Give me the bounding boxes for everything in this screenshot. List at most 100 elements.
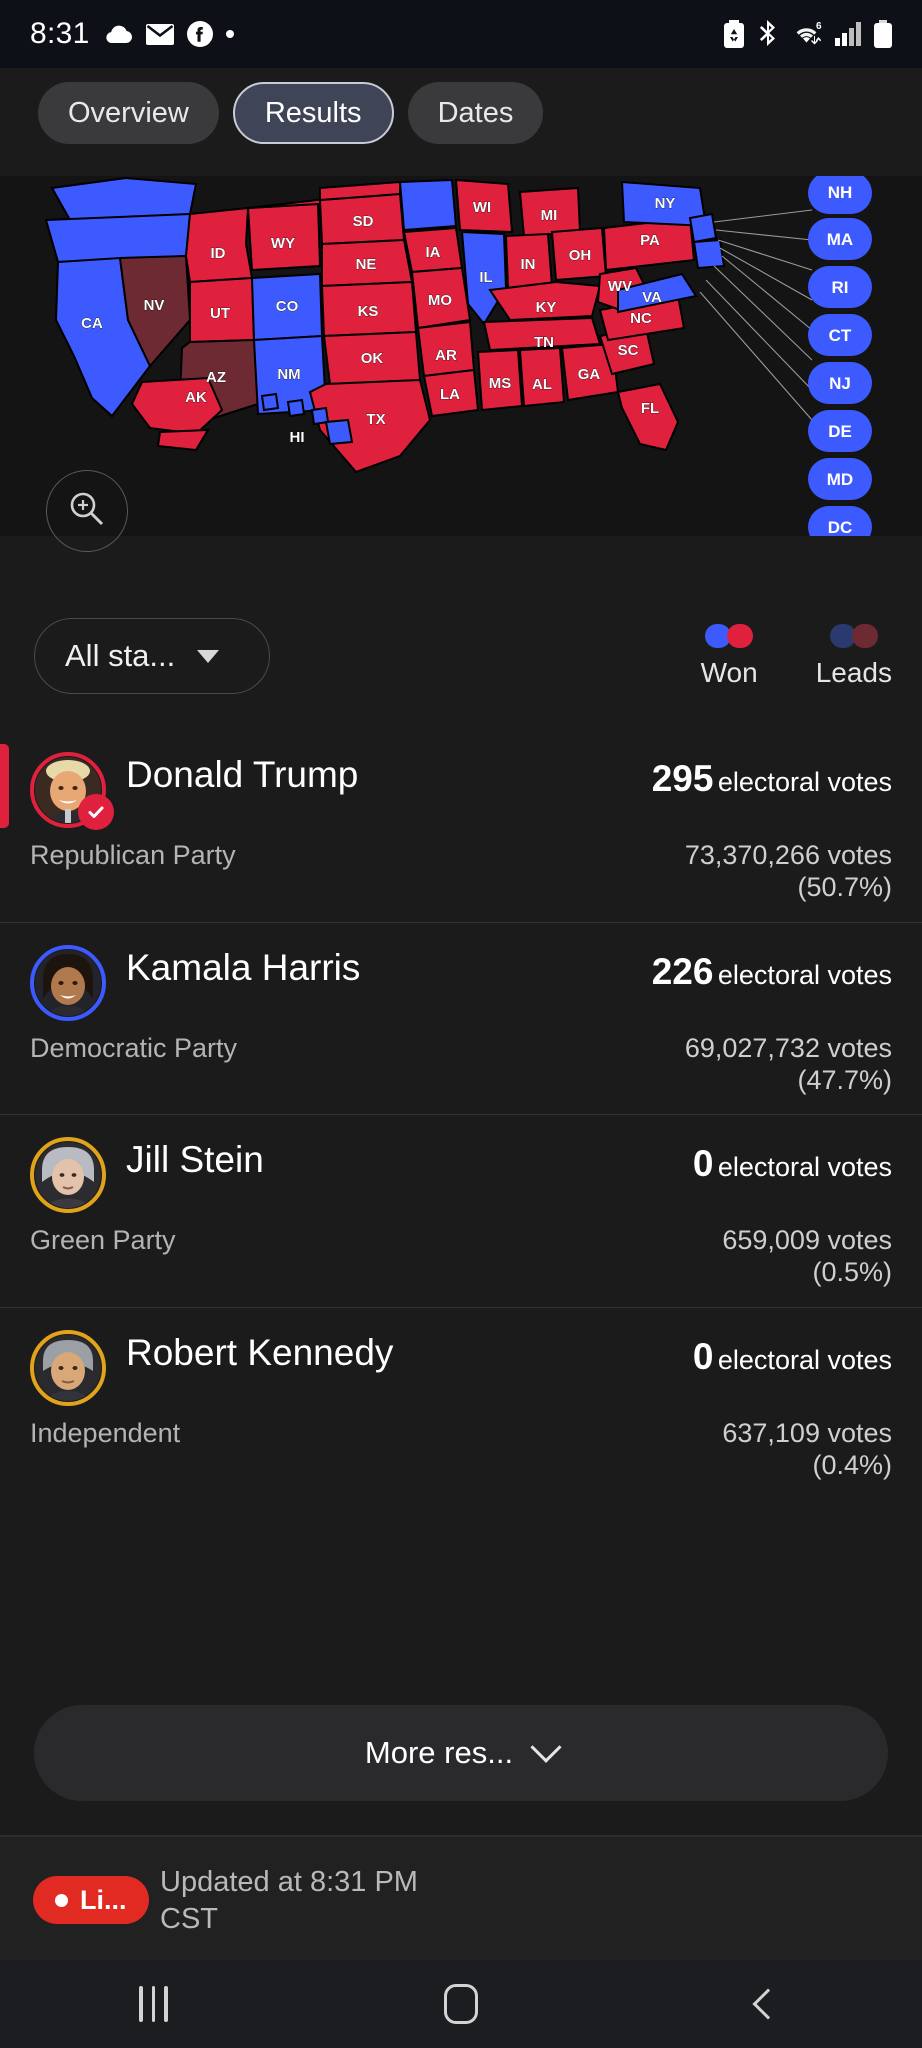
candidate-details: Democratic Party 69,027,732 votes (47.7%… [30,1033,892,1097]
electoral-votes-block: 0 electoral votes [693,1330,892,1378]
popular-votes-block: 637,109 votes (0.4%) [722,1418,892,1482]
live-badge-label: Li... [80,1884,127,1915]
svg-text:DC: DC [828,518,853,536]
svg-text:WV: WV [608,278,632,295]
svg-text:FL: FL [641,400,659,417]
avatar [30,752,114,830]
legend-won: Won [701,624,758,689]
avatar [30,1137,106,1214]
svg-text:VA: VA [642,289,662,306]
popular-percent: (50.7%) [797,871,892,902]
svg-text:WI: WI [473,199,491,216]
status-bar-left: 8:31 [30,17,234,51]
svg-text:KY: KY [536,299,557,316]
svg-text:MS: MS [489,375,512,392]
live-badge: Li... [33,1876,149,1924]
nav-back-button[interactable] [615,1988,922,2020]
avatar-ring [30,944,106,1021]
popular-votes-block: 69,027,732 votes (47.7%) [685,1033,892,1097]
candidate-header: Kamala Harris 226 electoral votes [30,944,892,1021]
popular-percent: (47.7%) [797,1064,892,1095]
candidate-row-kamala-harris[interactable]: Kamala Harris 226 electoral votes Democr… [0,921,922,1115]
dot-icon [225,30,234,38]
svg-text:ID: ID [211,245,226,262]
popular-votes: 637,109 votes [722,1418,892,1449]
svg-text:OK: OK [361,350,384,367]
svg-text:AZ: AZ [206,369,226,386]
svg-text:TX: TX [366,411,385,428]
popular-votes: 69,027,732 votes [684,1032,892,1063]
svg-text:6: 6 [816,21,822,32]
svg-text:IA: IA [426,244,441,261]
candidate-row-jill-stein[interactable]: Jill Stein 0 electoral votes Green Party… [0,1114,922,1307]
popular-votes-block: 73,370,266 votes (50.7%) [685,840,892,904]
more-results-label: More res... [364,1735,514,1770]
candidate-party: Democratic Party [30,1032,238,1063]
candidate-row-donald-trump[interactable]: Donald Trump 295 electoral votes Republi… [0,730,922,922]
more-results-button[interactable]: More res... [34,1705,888,1801]
candidate-details: Green Party 659,009 votes (0.5%) [30,1225,892,1289]
electoral-votes-number: 0 [692,1143,714,1185]
state-filter-dropdown[interactable]: All sta... [34,618,270,694]
map-zoom-in-button[interactable] [46,470,128,552]
status-bar-right: 6 [724,20,892,48]
battery-icon [874,20,892,48]
svg-text:AR: AR [435,347,457,364]
phone-screen: 8:31 6 Overview Results Dates CA NV ID U… [0,0,922,2048]
svg-text:MO: MO [428,292,452,309]
svg-text:NE: NE [356,256,377,273]
battery-saver-icon [724,20,744,48]
svg-text:NV: NV [144,297,165,314]
avatar-ring [30,1330,106,1407]
svg-text:KS: KS [358,303,379,320]
candidate-header: Donald Trump 295 electoral votes [30,752,892,830]
popular-percent: (0.5%) [812,1257,892,1288]
map-legend: Won Leads [701,624,892,689]
svg-text:PA: PA [640,232,660,249]
callout-pill-MD: MD [808,458,872,500]
recents-icon [139,1986,168,2022]
svg-text:DE: DE [828,422,852,441]
bluetooth-icon [757,20,779,48]
svg-text:NM: NM [277,366,300,383]
svg-text:NC: NC [630,310,652,327]
candidate-party: Republican Party [30,840,236,870]
electoral-map[interactable]: CA NV ID UT AZ WY CO NM SD NE KS OK TX I… [0,176,922,536]
candidate-name: Donald Trump [126,754,359,795]
tab-results[interactable]: Results [232,82,394,144]
legend-leads: Leads [816,624,892,689]
cellular-signal-icon [835,22,861,46]
candidate-list: Donald Trump 295 electoral votes Republi… [0,730,922,1500]
home-icon [443,1984,478,2024]
svg-text:MA: MA [827,230,853,249]
winner-check-badge [78,794,114,830]
us-map-svg[interactable]: CA NV ID UT AZ WY CO NM SD NE KS OK TX I… [0,176,922,536]
cloud-icon [103,23,133,45]
callout-pill-MA: MA [808,218,872,260]
status-clock: 8:31 [30,17,90,50]
svg-text:MI: MI [541,207,558,224]
svg-text:NY: NY [655,195,676,212]
zoom-in-icon [67,489,107,534]
nav-recents-button[interactable] [0,1986,307,2022]
nav-home-button[interactable] [307,1984,614,2024]
svg-text:WY: WY [271,235,295,252]
candidate-party: Independent [30,1418,181,1449]
chevron-down-icon [197,649,220,663]
legend-leads-label: Leads [815,657,892,688]
tab-dates[interactable]: Dates [407,82,544,144]
svg-text:SD: SD [353,213,374,230]
candidate-party: Green Party [30,1225,176,1256]
electoral-votes-number: 295 [651,758,714,799]
popular-votes: 659,009 votes [722,1225,892,1256]
svg-text:CO: CO [276,298,299,315]
svg-text:OH: OH [569,247,592,264]
svg-text:NJ: NJ [829,374,851,393]
svg-text:NH: NH [828,183,853,202]
callout-pill-CT: CT [808,314,872,356]
callout-pill-DE: DE [808,410,872,452]
candidate-row-robert-kennedy[interactable]: Robert Kennedy 0 electoral votes Indepen… [0,1307,922,1500]
svg-text:LA: LA [440,386,460,403]
tab-overview[interactable]: Overview [38,82,219,144]
callout-pill-DC: DC [808,506,872,536]
